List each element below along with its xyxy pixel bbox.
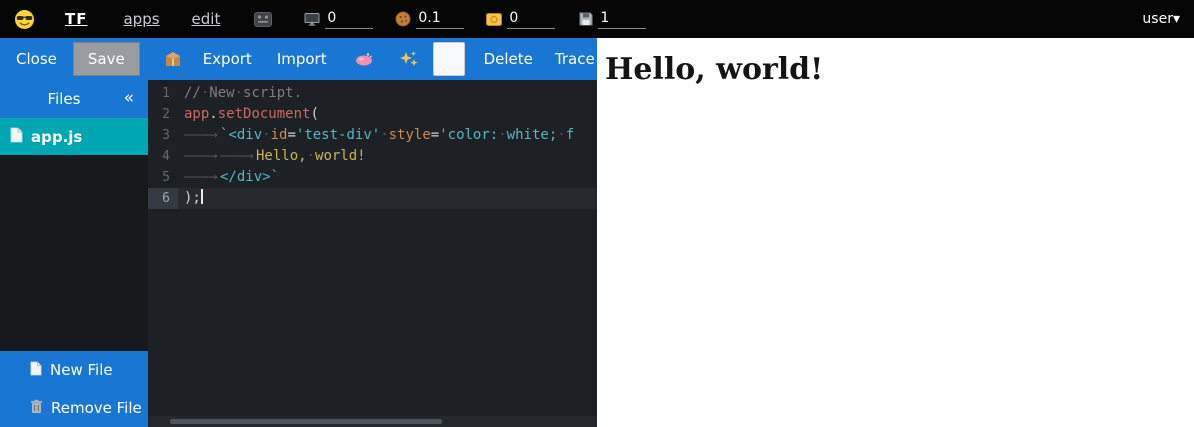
trace-button[interactable]: Trace (555, 50, 595, 68)
code-line-6[interactable]: ); (178, 188, 597, 209)
line-number: 4 (148, 146, 178, 167)
new-file-icon (30, 361, 42, 380)
sparkles-icon[interactable] (399, 50, 419, 68)
user-menu-label: user (1142, 11, 1173, 27)
app-preview-pane: Hello, world! (597, 38, 1194, 427)
files-header: Files « (0, 80, 148, 118)
export-button[interactable]: Export (203, 50, 252, 68)
floppy-icon (579, 12, 593, 26)
line-number: 1 (148, 83, 178, 104)
workspace-body: Files « app.js (0, 80, 597, 427)
delete-button[interactable]: Delete (484, 50, 533, 68)
monitor-metric: 0 (304, 10, 373, 29)
coin-value-field[interactable]: 0 (507, 10, 555, 29)
text-cursor (201, 189, 203, 204)
nav-link-apps[interactable]: apps (123, 10, 159, 28)
file-icon (10, 127, 23, 147)
remove-file-icon (30, 399, 43, 418)
code-line-1[interactable]: //·New·script. (178, 83, 597, 104)
editor-toolbar: Close Save Export Import (0, 38, 597, 80)
save-button[interactable]: Save (73, 42, 140, 76)
soap-icon[interactable] (355, 52, 373, 66)
top-navbar: TF apps edit 0 (0, 0, 1194, 38)
nav-link-tf[interactable]: TF (65, 10, 87, 28)
import-button[interactable]: Import (277, 50, 327, 68)
editor-code[interactable]: //·New·script.app.setDocument(———→`<div·… (178, 83, 597, 427)
code-line-4[interactable]: ———→———→Hello,·world! (178, 146, 597, 167)
collapse-sidebar-button[interactable]: « (124, 88, 134, 108)
editor-hscrollbar-thumb[interactable] (170, 419, 442, 424)
smiley-sunglasses-icon[interactable] (14, 9, 35, 30)
blank-button[interactable] (433, 42, 465, 76)
new-file-button[interactable]: New File (0, 351, 148, 389)
package-icon[interactable] (164, 51, 182, 67)
nav-link-edit[interactable]: edit (192, 10, 221, 28)
monitor-icon (304, 12, 320, 26)
line-number: 2 (148, 104, 178, 125)
cookie-metric: 0.1 (395, 10, 464, 29)
sidebar-empty-area (0, 155, 148, 351)
line-number: 5 (148, 167, 178, 188)
code-line-2[interactable]: app.setDocument( (178, 104, 597, 125)
preview-heading: Hello, world! (605, 52, 1194, 87)
editor-hscrollbar-track[interactable] (148, 416, 597, 427)
line-number: 3 (148, 125, 178, 146)
caret-down-icon: ▾ (1173, 11, 1180, 27)
code-editor[interactable]: 123456 //·New·script.app.setDocument(———… (148, 80, 597, 427)
files-sidebar: Files « app.js (0, 80, 148, 427)
code-line-3[interactable]: ———→`<div·id='test-div'·style='color:·wh… (178, 125, 597, 146)
editor-workspace: Close Save Export Import (0, 38, 597, 427)
close-button[interactable]: Close (16, 50, 57, 68)
coin-icon (486, 13, 502, 26)
remove-file-label: Remove File (51, 399, 142, 417)
monitor-value-field[interactable]: 0 (325, 10, 373, 29)
floppy-value-field[interactable]: 1 (598, 10, 646, 29)
coin-metric: 0 (486, 10, 555, 29)
file-item-appjs[interactable]: app.js (0, 118, 148, 155)
grid-icon[interactable] (254, 12, 272, 27)
code-line-5[interactable]: ———→</div>` (178, 167, 597, 188)
user-menu[interactable]: user▾ (1142, 11, 1180, 27)
files-header-label: Files (0, 80, 128, 118)
cookie-icon (395, 11, 411, 27)
floppy-metric: 1 (579, 10, 646, 29)
line-number: 6 (148, 188, 178, 209)
file-item-label: app.js (31, 128, 82, 146)
cookie-value-field[interactable]: 0.1 (416, 10, 464, 29)
editor-gutter: 123456 (148, 83, 178, 427)
new-file-label: New File (50, 361, 113, 379)
remove-file-button[interactable]: Remove File (0, 389, 148, 427)
